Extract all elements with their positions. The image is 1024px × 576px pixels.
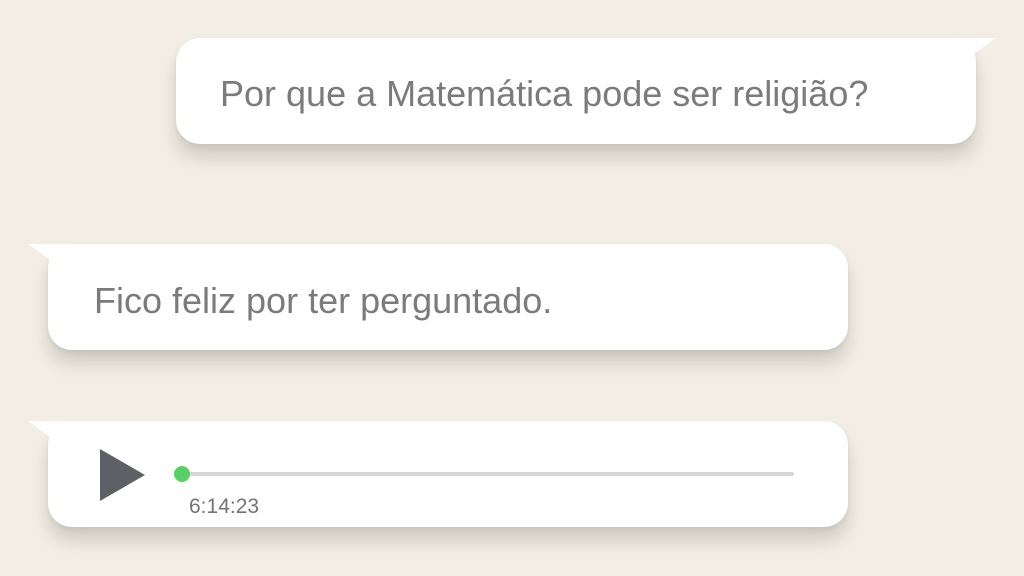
bubble-tail [954,38,996,68]
incoming-message-bubble: Fico feliz por ter perguntado. [28,244,848,350]
audio-duration: 6:14:23 [189,495,260,518]
incoming-message-text: Fico feliz por ter perguntado. [94,280,553,321]
bubble-tail [28,421,70,451]
audio-progress-knob[interactable] [174,466,190,482]
play-icon[interactable] [100,449,145,501]
outgoing-message-bubble: Por que a Matemática pode ser religião? [176,38,996,144]
audio-progress-track[interactable] [174,466,794,482]
bubble-tail [28,244,70,274]
voice-message-bubble: 6:14:23 [28,421,848,527]
outgoing-message-text: Por que a Matemática pode ser religião? [220,73,869,114]
